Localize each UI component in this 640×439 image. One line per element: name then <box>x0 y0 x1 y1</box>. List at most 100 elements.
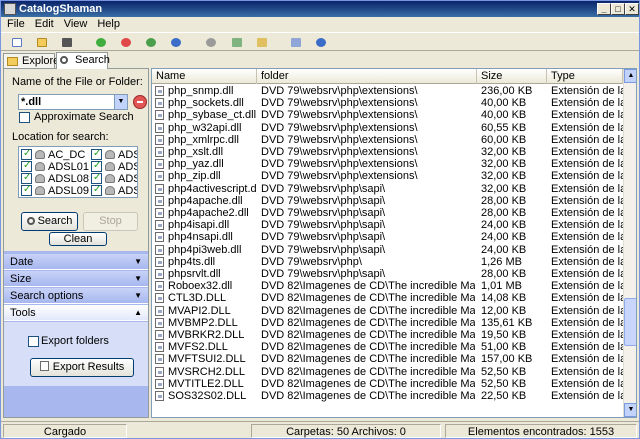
open-folder-icon[interactable] <box>34 35 50 50</box>
remove-icon[interactable] <box>118 35 134 50</box>
table-row[interactable]: php4activescript.dll DVD 79\websrv\php\sa… <box>152 183 623 195</box>
refresh-icon[interactable] <box>143 35 159 50</box>
table-row[interactable]: phpsrvlt.dll DVD 79\websrv\php\sapi\ 28,00… <box>152 268 623 280</box>
tab-search[interactable]: Search <box>56 52 110 69</box>
table-row[interactable]: php_sockets.dll DVD 79\websrv\php\extensi… <box>152 97 623 109</box>
search-button[interactable]: Search <box>21 212 78 231</box>
location-checkbox[interactable] <box>21 160 32 172</box>
table-row[interactable]: php_w32api.dll DVD 79\websrv\php\extensio… <box>152 122 623 134</box>
table-row[interactable]: php4apache.dll DVD 79\websrv\php\sapi\ 28,… <box>152 195 623 207</box>
location-checkbox[interactable] <box>91 184 102 196</box>
table-row[interactable]: SOS32S02.DLL DVD 82\Imagenes de CD\The in… <box>152 390 623 402</box>
scroll-thumb[interactable] <box>624 298 636 346</box>
file-icon <box>155 256 164 267</box>
table-row[interactable]: php_zip.dll DVD 79\websrv\php\extensions\… <box>152 170 623 182</box>
table-row[interactable]: php_xslt.dll DVD 79\websrv\php\extensions… <box>152 146 623 158</box>
table-row[interactable]: php4nsapi.dll DVD 79\websrv\php\sapi\ 24,0… <box>152 231 623 243</box>
location-item[interactable]: ADSL <box>90 184 137 197</box>
table-row[interactable]: MVFS2.DLL DVD 82\Imagenes de CD\The incre… <box>152 341 623 353</box>
cell-folder: DVD 79\websrv\php\sapi\ <box>261 231 386 244</box>
cell-folder: DVD 79\websrv\php\sapi\ <box>261 219 386 232</box>
window-icon[interactable] <box>288 35 304 50</box>
column-folder[interactable]: folder <box>257 69 477 84</box>
stop-button[interactable]: Stop <box>83 212 138 231</box>
scroll-up-button[interactable]: ▲ <box>624 69 636 83</box>
location-checkbox[interactable] <box>21 148 32 160</box>
scroll-down-button[interactable]: ▼ <box>624 403 636 417</box>
new-catalog-icon[interactable] <box>9 35 25 50</box>
clean-button[interactable]: Clean <box>49 232 107 246</box>
location-item[interactable]: ADSL09 <box>20 184 89 197</box>
location-checkbox[interactable] <box>91 172 102 184</box>
table-row[interactable]: MVSRCH2.DLL DVD 82\Imagenes de CD\The inc… <box>152 366 623 378</box>
computer-icon <box>35 150 45 159</box>
section-date[interactable]: Date ▼ <box>4 254 148 270</box>
menu-edit[interactable]: Edit <box>35 18 54 30</box>
import-icon[interactable] <box>254 35 270 50</box>
name-combo[interactable]: *.dll ▼ <box>18 94 128 110</box>
table-row[interactable]: MVFTSUI2.DLL DVD 82\Imagenes de CD\The in… <box>152 353 623 365</box>
table-row[interactable]: CTL3D.DLL DVD 82\Imagenes de CD\The incre… <box>152 292 623 304</box>
search-form: Name of the File or Folder: *.dll ▼ Appr… <box>4 69 148 251</box>
table-row[interactable]: php_yaz.dll DVD 79\websrv\php\extensions\… <box>152 158 623 170</box>
explore-icon <box>7 57 18 66</box>
section-size[interactable]: Size ▼ <box>4 271 148 287</box>
cell-name: Roboex32.dll <box>168 280 233 293</box>
table-row[interactable]: php_sybase_ct.dll DVD 79\websrv\php\exten… <box>152 109 623 121</box>
column-size[interactable]: Size <box>477 69 547 84</box>
cell-folder: DVD 79\websrv\php\sapi\ <box>261 268 386 280</box>
export-results-button[interactable]: Export Results <box>30 358 134 377</box>
cell-size: 60,55 KB <box>481 121 527 134</box>
table-row[interactable]: php4pi3web.dll DVD 79\websrv\php\sapi\ 24,… <box>152 244 623 256</box>
section-tools[interactable]: Tools ▲ <box>4 305 148 321</box>
add-icon[interactable] <box>93 35 109 50</box>
cell-type: Extensión de la ... <box>551 194 623 207</box>
table-row[interactable]: MVBRKR2.DLL DVD 82\Imagenes de CD\The inc… <box>152 329 623 341</box>
options-panel-fill <box>4 386 148 417</box>
table-row[interactable]: MVBMP2.DLL DVD 82\Imagenes de CD\The incr… <box>152 317 623 329</box>
info-icon[interactable] <box>168 35 184 50</box>
close-button[interactable]: ✕ <box>625 3 639 15</box>
help-icon[interactable] <box>313 35 329 50</box>
menu-help[interactable]: Help <box>97 18 120 30</box>
column-name[interactable]: Name <box>152 69 257 84</box>
table-row[interactable]: Roboex32.dll DVD 82\Imagenes de CD\The in… <box>152 280 623 292</box>
vertical-scrollbar[interactable]: ▲ ▼ <box>623 69 636 417</box>
file-icon <box>155 220 164 231</box>
location-checkbox[interactable] <box>21 184 32 196</box>
cell-name: MVSRCH2.DLL <box>168 365 246 378</box>
chevron-down-icon[interactable]: ▼ <box>114 95 127 109</box>
app-window: CatalogShaman _ □ ✕ File Edit View Help Exp… <box>0 0 640 439</box>
clear-name-icon[interactable] <box>133 95 147 109</box>
menu-view[interactable]: View <box>64 18 88 30</box>
export-folders-checkbox[interactable] <box>28 336 39 347</box>
table-row[interactable]: MVAPI2.DLL DVD 82\Imagenes de CD\The incr… <box>152 305 623 317</box>
settings-icon[interactable] <box>203 35 219 50</box>
location-checkbox[interactable] <box>91 160 102 172</box>
cell-name: SOS32S02.DLL <box>168 390 247 402</box>
cell-type: Extensión de la ... <box>551 158 623 171</box>
table-row[interactable]: MVTITLE2.DLL DVD 82\Imagenes de CD\The in… <box>152 378 623 390</box>
table-row[interactable]: php4isapi.dll DVD 79\websrv\php\sapi\ 24,0… <box>152 219 623 231</box>
computer-icon <box>35 174 45 183</box>
minimize-button[interactable]: _ <box>597 3 611 15</box>
column-type[interactable]: Type <box>547 69 623 84</box>
maximize-button[interactable]: □ <box>611 3 625 15</box>
table-row[interactable]: php_snmp.dll DVD 79\websrv\php\extensions… <box>152 85 623 97</box>
approximate-checkbox[interactable] <box>19 112 30 123</box>
cell-size: 24,00 KB <box>481 243 527 256</box>
section-search-options[interactable]: Search options ▼ <box>4 288 148 304</box>
computer-icon <box>105 162 115 171</box>
location-checkbox[interactable] <box>91 148 102 160</box>
device-icon[interactable] <box>59 35 75 50</box>
cell-folder: DVD 79\websrv\php\extensions\ <box>261 97 418 110</box>
table-row[interactable]: php4apache2.dll DVD 79\websrv\php\sapi\ 28… <box>152 207 623 219</box>
menu-file[interactable]: File <box>7 18 25 30</box>
export-icon[interactable] <box>229 35 245 50</box>
cell-type: Extensión de la ... <box>551 365 623 378</box>
table-row[interactable]: php4ts.dll DVD 79\websrv\php\ 1,26 MB Exten… <box>152 256 623 268</box>
tab-explore[interactable]: Explore <box>3 53 59 69</box>
location-checkbox[interactable] <box>21 172 32 184</box>
file-icon <box>155 159 164 170</box>
table-row[interactable]: php_xmlrpc.dll DVD 79\websrv\php\extensio… <box>152 134 623 146</box>
